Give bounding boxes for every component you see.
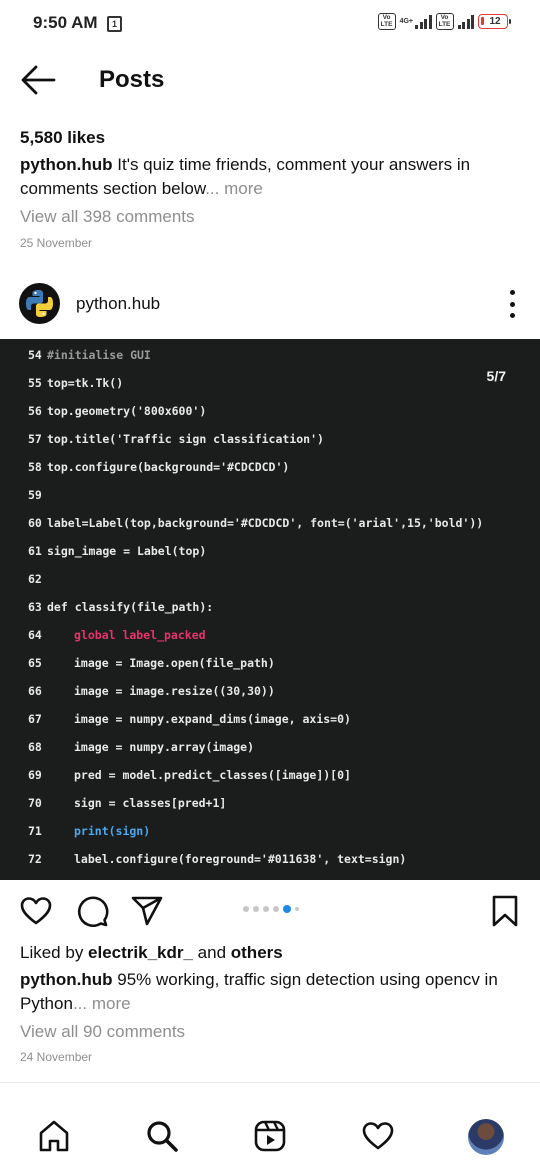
dot-icon [509,290,515,295]
carousel-dot-active [283,905,291,913]
post-date: 24 November [20,1050,93,1064]
search-icon [147,1121,178,1152]
slide-counter: 5/7 [486,368,506,384]
code-line: 72 label.configure(foreground='#011638', … [28,852,407,866]
post-caption: python.hub It's quiz time friends, comme… [20,153,510,201]
top-header: Posts [0,52,540,108]
caption-more-link[interactable]: ... more [73,994,131,1013]
liked-by: Liked by electrik_kdr_ and others [20,943,283,963]
page-title: Posts [99,66,165,93]
signal-icon [415,14,432,29]
liked-by-others[interactable]: others [231,943,283,962]
caption-username[interactable]: python.hub [20,155,113,174]
code-line: 55 top=tk.Tk() [28,376,124,390]
post-date: 25 November [20,236,93,250]
volte-icon-2: Vo LTE [435,13,454,30]
back-button[interactable] [20,64,56,96]
carousel-dot [273,906,279,912]
code-line: 60 label=Label(top,background='#CDCDCD', … [28,516,484,530]
carousel-dot [243,906,249,912]
battery-icon: 12 [478,14,511,29]
status-time: 9:50 AM [33,13,98,32]
share-button[interactable] [130,894,164,928]
divider [0,1082,540,1083]
code-line: 67 image = numpy.expand_dims(image, axis=… [28,712,351,726]
dot-icon [509,313,515,318]
battery-level: 12 [489,16,501,27]
volte-icon: Vo LTE [377,13,396,30]
code-line: 57 top.title('Traffic sign classification… [28,432,324,446]
code-line: 56 top.geometry('800x600') [28,404,207,418]
code-line: 68 image = numpy.array(image) [28,740,255,754]
comment-button[interactable] [75,894,109,928]
like-button[interactable] [19,894,53,928]
heart-icon [20,897,52,925]
code-line: 65 image = Image.open(file_path) [28,656,275,670]
code-line: 61 sign_image = Label(top) [28,544,207,558]
post-caption-2: python.hub 95% working, traffic sign det… [20,968,510,1016]
bookmark-icon [492,895,518,927]
code-line: 58 top.configure(background='#CDCDCD') [28,460,290,474]
network-type: 4G+ [399,18,413,25]
likes-count[interactable]: 5,580 likes [20,128,105,148]
caption-username[interactable]: python.hub [20,970,113,989]
carousel-dot [295,907,299,911]
caption-more-link[interactable]: ... more [205,179,263,198]
home-icon [39,1120,69,1152]
comment-icon [77,896,109,928]
avatar[interactable] [19,283,60,324]
heart-icon [362,1122,394,1150]
code-line: 66 image = image.resize((30,30)) [28,684,275,698]
carousel-dot [253,906,259,912]
code-line: 70 sign = classes[pred+1] [28,796,227,810]
post-header: python.hub [0,280,540,328]
liked-by-prefix: Liked by [20,943,89,962]
nav-search[interactable] [142,1116,182,1156]
code-line: 54 #initialise GUI [28,348,151,362]
arrow-left-icon [21,65,56,95]
profile-avatar[interactable] [468,1119,504,1155]
signal-icon-2 [457,14,474,29]
nav-activity[interactable] [358,1116,398,1156]
code-line: 69 pred = model.predict_classes([image])[… [28,768,351,782]
nav-home[interactable] [34,1116,74,1156]
code-line: 64 global label_packed [28,628,206,642]
send-icon [131,896,163,926]
reels-icon [254,1120,286,1152]
save-button[interactable] [488,894,522,928]
liked-by-and: and [192,943,231,962]
more-options-button[interactable] [506,290,518,318]
nav-reels[interactable] [250,1116,290,1156]
status-indicators: Vo LTE 4G+ Vo LTE 12 [377,13,511,30]
view-comments-link[interactable]: View all 398 comments [20,207,195,227]
python-logo-icon [26,290,53,317]
post-username[interactable]: python.hub [76,294,160,314]
msg-box-icon: 1 [107,16,122,32]
post-actions [0,890,540,932]
status-bar: 9:50 AM 1 Vo LTE 4G+ Vo LTE 12 [0,0,540,48]
code-line: 63 def classify(file_path): [28,600,214,614]
liked-by-user[interactable]: electrik_kdr_ [88,943,193,962]
dot-icon [509,301,515,307]
carousel-indicator [243,905,299,913]
code-line: 59 [28,488,42,502]
post-image-code[interactable]: 5/7 54 #initialise GUI 55 top=tk.Tk() 56 to… [0,339,540,880]
code-line: 71 print(sign) [28,824,151,838]
bottom-nav [0,1108,540,1168]
code-line: 62 [28,572,42,586]
view-comments-link[interactable]: View all 90 comments [20,1022,185,1042]
carousel-dot [263,906,269,912]
